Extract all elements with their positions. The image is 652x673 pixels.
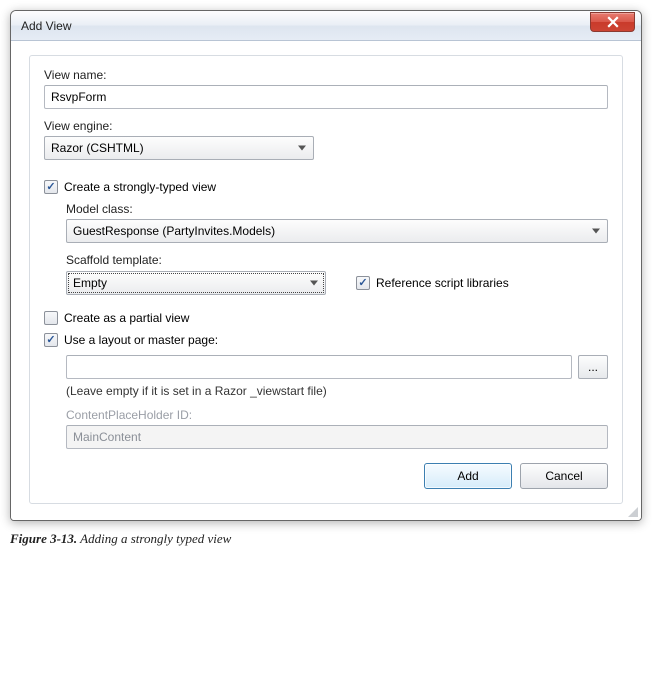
caption-prefix: Figure 3-13.: [10, 531, 77, 546]
view-engine-select[interactable]: Razor (CSHTML): [44, 136, 314, 160]
caption-text: Adding a strongly typed view: [77, 531, 231, 546]
close-icon: [607, 16, 619, 28]
use-layout-checkbox[interactable]: [44, 333, 58, 347]
scaffold-template-label: Scaffold template:: [66, 253, 608, 267]
layout-hint: (Leave empty if it is set in a Razor _vi…: [66, 384, 608, 398]
partial-view-checkbox[interactable]: [44, 311, 58, 325]
reference-scripts-checkbox[interactable]: [356, 276, 370, 290]
content-placeholder-input: [66, 425, 608, 449]
view-engine-label: View engine:: [44, 119, 608, 133]
content-placeholder-label: ContentPlaceHolder ID:: [66, 408, 608, 422]
partial-view-label: Create as a partial view: [64, 311, 189, 325]
titlebar: Add View: [11, 11, 641, 41]
add-view-dialog: Add View View name: View engine: Razor (…: [10, 10, 642, 521]
add-button[interactable]: Add: [424, 463, 512, 489]
resize-grip[interactable]: [626, 505, 638, 517]
close-button[interactable]: [590, 12, 635, 32]
strongly-typed-label: Create a strongly-typed view: [64, 180, 216, 194]
strongly-typed-checkbox[interactable]: [44, 180, 58, 194]
window-title: Add View: [21, 19, 590, 33]
use-layout-label: Use a layout or master page:: [64, 333, 218, 347]
model-class-label: Model class:: [66, 202, 608, 216]
model-class-select-wrap: GuestResponse (PartyInvites.Models): [66, 219, 608, 243]
view-name-input[interactable]: [44, 85, 608, 109]
scaffold-select-wrap: Empty: [66, 271, 326, 295]
view-engine-select-wrap: Razor (CSHTML): [44, 136, 314, 160]
layout-path-input[interactable]: [66, 355, 572, 379]
dialog-content: View name: View engine: Razor (CSHTML) C…: [11, 41, 641, 520]
scaffold-template-select[interactable]: Empty: [66, 271, 326, 295]
browse-layout-button[interactable]: ...: [578, 355, 608, 379]
view-name-label: View name:: [44, 68, 608, 82]
reference-scripts-label: Reference script libraries: [376, 276, 509, 290]
cancel-button[interactable]: Cancel: [520, 463, 608, 489]
inner-panel: View name: View engine: Razor (CSHTML) C…: [29, 55, 623, 504]
model-class-select[interactable]: GuestResponse (PartyInvites.Models): [66, 219, 608, 243]
figure-caption: Figure 3-13. Adding a strongly typed vie…: [10, 531, 642, 547]
